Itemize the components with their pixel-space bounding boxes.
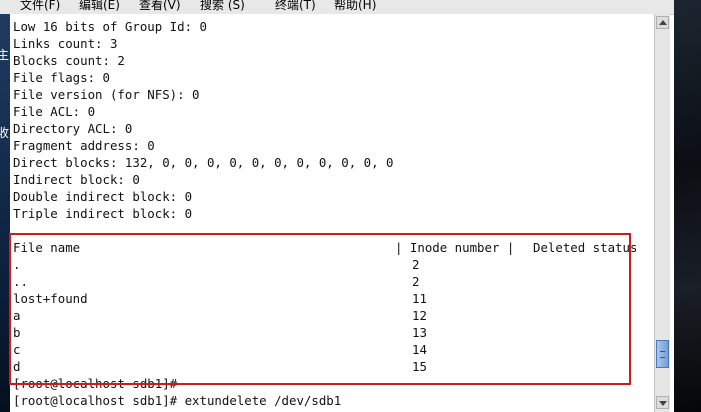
- table-row-name: c: [13, 342, 21, 357]
- desktop-left-edge: 主 收: [0, 14, 10, 412]
- table-row-inode: 14: [412, 342, 427, 357]
- menu-file[interactable]: 文件(F): [20, 0, 60, 13]
- table-row-inode: 12: [412, 308, 427, 323]
- inode-info-line: Double indirect block: 0: [13, 189, 193, 204]
- table-row-inode: 13: [412, 325, 427, 340]
- desktop-icon-label[interactable]: 收: [0, 124, 9, 141]
- inode-info-line: Fragment address: 0: [13, 138, 155, 153]
- inode-info-line: Directory ACL: 0: [13, 121, 133, 136]
- inode-info-line: Low 16 bits of Group Id: 0: [13, 19, 207, 34]
- inode-info-line: Indirect block: 0: [13, 172, 140, 187]
- scroll-down-icon[interactable]: [656, 396, 669, 409]
- inode-info-line: File ACL: 0: [13, 104, 96, 119]
- scrollbar-thumb[interactable]: [656, 340, 669, 368]
- table-row-inode: 11: [412, 291, 427, 306]
- inode-info-line: Links count: 3: [13, 36, 118, 51]
- menu-bar: 文件(F) 编辑(E) 查看(V) 搜索 (S) 终端(T) 帮助(H): [0, 0, 701, 15]
- table-row-inode: 2: [412, 257, 420, 272]
- table-row-name: .: [13, 257, 21, 272]
- inode-info-line: Blocks count: 2: [13, 53, 125, 68]
- terminal-output[interactable]: Low 16 bits of Group Id: 0 Links count: …: [10, 14, 654, 412]
- table-row-name: b: [13, 325, 21, 340]
- table-row-name: a: [13, 308, 21, 323]
- desktop-right-edge: [674, 0, 701, 412]
- table-row-name: ..: [13, 274, 28, 289]
- inode-info-line: Direct blocks: 132, 0, 0, 0, 0, 0, 0, 0,…: [13, 155, 394, 170]
- inode-info-line: File flags: 0: [13, 70, 110, 85]
- menu-edit[interactable]: 编辑(E): [79, 0, 120, 13]
- scroll-up-icon[interactable]: [656, 16, 669, 29]
- table-row-name: lost+found: [13, 291, 88, 306]
- table-row-name: d: [13, 359, 21, 374]
- table-row-inode: 2: [412, 274, 420, 289]
- shell-prompt: [root@localhost sdb1]#: [13, 376, 178, 391]
- table-row-inode: 15: [412, 359, 427, 374]
- menu-search[interactable]: 搜索 (S): [200, 0, 245, 13]
- table-header-inode-number: | Inode number |: [395, 240, 515, 255]
- vertical-scrollbar[interactable]: [654, 14, 670, 412]
- table-header-file-name: File name: [13, 240, 81, 255]
- desktop-icon-label[interactable]: 主: [0, 46, 9, 63]
- shell-command-line[interactable]: [root@localhost sdb1]# extundelete /dev/…: [13, 392, 341, 409]
- menu-terminal[interactable]: 终端(T): [275, 0, 316, 13]
- table-header-deleted-status: Deleted status: [533, 240, 638, 255]
- menu-help[interactable]: 帮助(H): [334, 0, 376, 13]
- menu-view[interactable]: 查看(V): [139, 0, 181, 13]
- inode-info-line: Triple indirect block: 0: [13, 206, 193, 221]
- inode-info-line: File version (for NFS): 0: [13, 87, 200, 102]
